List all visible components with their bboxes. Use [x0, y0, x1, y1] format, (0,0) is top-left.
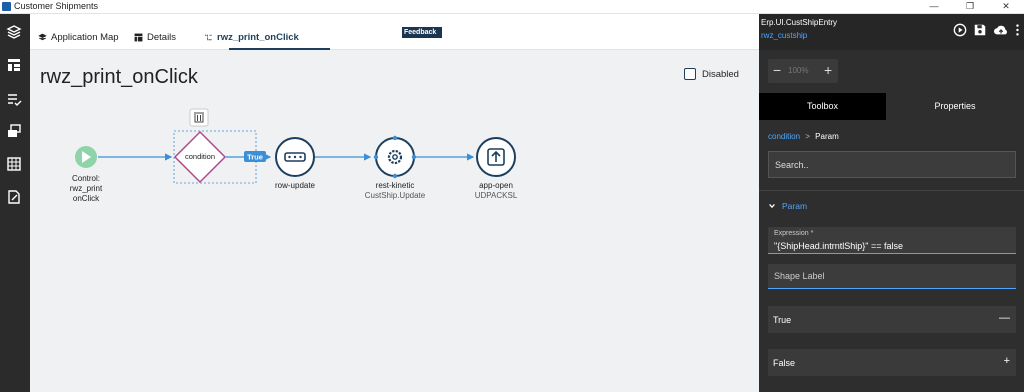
checklist-icon[interactable] — [6, 91, 22, 107]
rest-kinetic-node[interactable] — [375, 137, 415, 177]
feedback-label: Feedback — [404, 29, 437, 36]
tab-application-map[interactable]: Application Map — [38, 32, 119, 43]
event-node-label: Control: rwz_print onClick — [60, 174, 112, 204]
tab-properties[interactable]: Properties — [886, 93, 1024, 120]
minimize-button[interactable]: — — [916, 0, 952, 14]
tab-bar: Feedback Application Map Details rwz_pri… — [30, 14, 759, 50]
run-icon[interactable] — [953, 23, 967, 37]
group-label: False — [773, 358, 796, 368]
restore-button[interactable]: ❐ — [952, 0, 988, 14]
zoom-control: − 100% + — [768, 59, 838, 83]
app-icon — [2, 2, 11, 11]
divider — [759, 190, 1024, 191]
panel-actions — [953, 23, 1020, 37]
section-label: Param — [782, 201, 808, 211]
delete-button[interactable] — [189, 108, 209, 127]
tab-label: rwz_print_onClick — [217, 32, 299, 43]
save-icon[interactable] — [973, 23, 987, 37]
shape-label-placeholder: Shape Label — [774, 271, 825, 281]
expand-icon[interactable]: + — [1004, 355, 1010, 367]
zoom-out-button[interactable]: − — [773, 62, 781, 78]
properties-panel: Erp.UI.CustShipEntry rwz_custship − 100%… — [759, 14, 1024, 392]
event-label-line: onClick — [72, 194, 100, 203]
close-button[interactable]: ✕ — [988, 0, 1024, 14]
panel-title: Erp.UI.CustShipEntry — [761, 18, 838, 27]
row-update-label: row-update — [274, 181, 316, 190]
tab-label: Details — [147, 32, 177, 43]
panel-tabs: Toolbox Properties — [759, 93, 1024, 120]
expression-field[interactable]: Expression * "{ShipHead.intrntlShip}" ==… — [768, 227, 1016, 254]
flow-icon — [205, 34, 212, 41]
shape-label-field[interactable]: Shape Label — [768, 264, 1016, 289]
app-open-title: app-open — [479, 181, 513, 190]
flow-diagram: True — [75, 108, 516, 184]
grid-icon[interactable] — [6, 156, 22, 172]
more-icon[interactable] — [1015, 23, 1020, 37]
breadcrumb-current: Param — [815, 132, 839, 141]
tab-flow[interactable]: rwz_print_onClick — [204, 32, 299, 43]
panel-subtitle[interactable]: rwz_custship — [761, 31, 807, 40]
table-icon — [134, 33, 143, 42]
event-label-line: Control: — [71, 174, 100, 183]
panel-header: Erp.UI.CustShipEntry rwz_custship — [759, 14, 1024, 50]
search-placeholder: Search.. — [775, 160, 809, 170]
edit-document-icon[interactable] — [6, 189, 22, 205]
layers-icon — [38, 33, 47, 41]
layers-icon[interactable] — [6, 24, 22, 40]
event-label-line: rwz_print — [69, 184, 103, 193]
app-open-sub: UDPACKSL — [474, 191, 518, 200]
zoom-in-button[interactable]: + — [824, 62, 832, 78]
expression-value: "{ShipHead.intrntlShip}" == false — [774, 241, 903, 251]
tab-details[interactable]: Details — [134, 32, 176, 43]
rest-kinetic-sub: CustShip.Update — [364, 191, 426, 200]
left-nav — [0, 14, 30, 392]
flow-canvas[interactable]: rwz_print_onClick Disabled True Control:… — [30, 50, 759, 392]
app-open-label: app-open UDPACKSL — [461, 181, 531, 201]
collapse-icon[interactable]: — — [999, 312, 1010, 324]
true-badge-label: True — [247, 153, 263, 162]
tab-label: Application Map — [51, 32, 119, 43]
search-input[interactable]: Search.. — [768, 151, 1016, 178]
true-branch-group[interactable]: True — — [768, 306, 1016, 333]
group-label: True — [773, 315, 792, 325]
rest-kinetic-title: rest-kinetic — [375, 181, 415, 190]
data-views-icon[interactable] — [6, 123, 22, 139]
rest-kinetic-label: rest-kinetic CustShip.Update — [355, 181, 435, 201]
breadcrumb-condition[interactable]: condition — [768, 132, 800, 141]
condition-label: condition — [184, 152, 216, 161]
zoom-value: 100% — [788, 66, 809, 75]
breadcrumb-separator: > — [805, 132, 810, 141]
layout-icon[interactable] — [6, 57, 22, 73]
param-section-header[interactable]: Param — [768, 201, 807, 211]
breadcrumb: condition > Param — [768, 132, 839, 141]
false-branch-group[interactable]: False + — [768, 349, 1016, 376]
window-titlebar: Customer Shipments — ❐ ✕ — [0, 0, 1024, 14]
cloud-upload-icon[interactable] — [993, 23, 1009, 37]
feedback-button[interactable]: Feedback — [402, 27, 442, 38]
expression-label: Expression * — [774, 230, 814, 237]
chevron-down-icon — [769, 203, 775, 209]
tab-toolbox[interactable]: Toolbox — [759, 93, 886, 120]
window-title: Customer Shipments — [14, 1, 99, 11]
